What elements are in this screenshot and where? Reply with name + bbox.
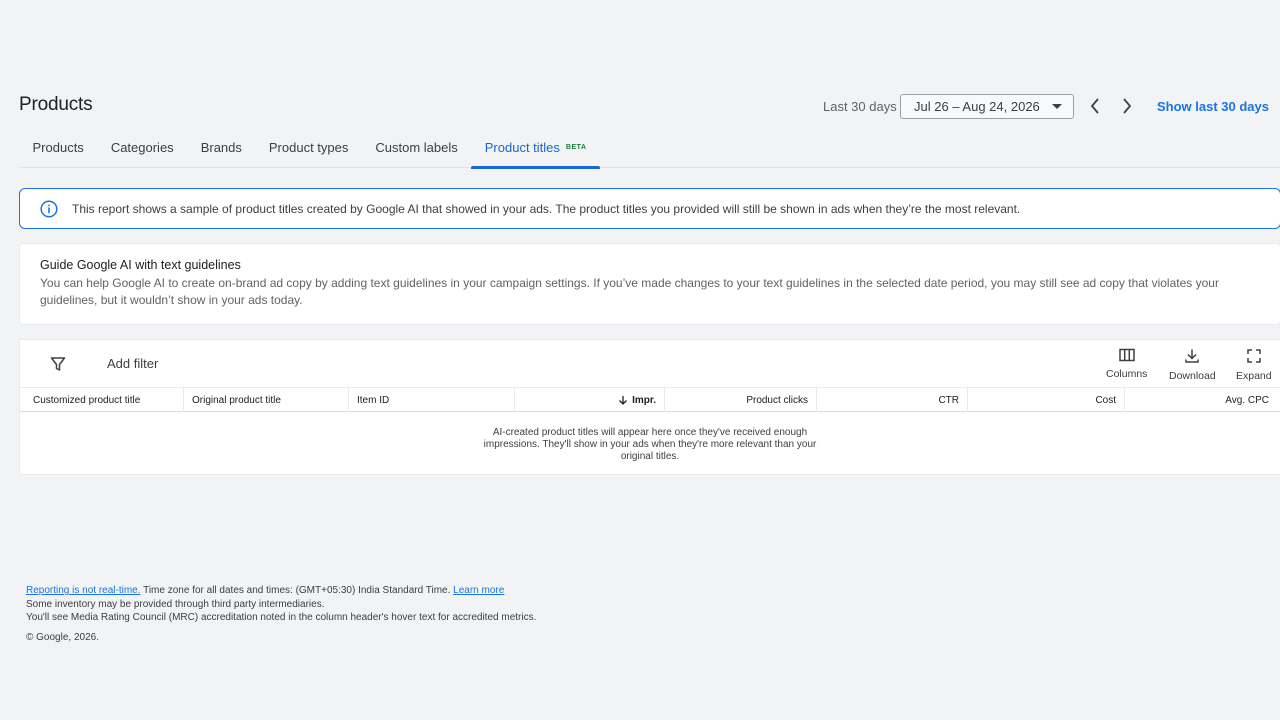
column-header-cost[interactable]: Cost: [968, 388, 1125, 412]
download-label: Download: [1169, 370, 1216, 382]
page-footer: Reporting is not real-time. Time zone fo…: [26, 584, 536, 644]
daterange-label: Last 30 days: [823, 99, 897, 114]
column-header-ctr[interactable]: CTR: [817, 388, 968, 412]
tab-custom-labels[interactable]: Custom labels: [362, 130, 471, 168]
tab-products[interactable]: Products: [19, 130, 97, 168]
guide-card: Guide Google AI with text guidelines You…: [19, 243, 1280, 325]
column-header-impr[interactable]: Impr.: [515, 388, 665, 412]
column-label: Original product title: [192, 394, 281, 406]
sort-descending-icon: [619, 396, 628, 405]
tab-label: Brands: [200, 140, 242, 155]
info-banner-text: This report shows a sample of product ti…: [72, 201, 1021, 216]
add-filter-button[interactable]: Add filter: [107, 356, 158, 371]
dropdown-caret-icon: [1052, 104, 1062, 109]
tab-label: Categories: [110, 140, 174, 155]
column-header-original-product-title[interactable]: Original product title: [184, 388, 349, 412]
tab-label: Product titles: [484, 140, 560, 155]
copyright: © Google, 2026.: [26, 631, 99, 643]
tab-label: Custom labels: [375, 140, 458, 155]
footer-line-2: Some inventory may be provided through t…: [26, 598, 325, 610]
page-title: Products: [19, 94, 93, 115]
footer-line-3: You'll see Media Rating Council (MRC) ac…: [26, 612, 537, 623]
column-label: Impr.: [632, 394, 656, 406]
show-last-30-days-link[interactable]: Show last 30 days: [1157, 99, 1269, 114]
report-table: Add filter Columns Download Expand Custo…: [19, 339, 1280, 475]
column-header-item-id[interactable]: Item ID: [349, 388, 515, 412]
previous-period-button[interactable]: [1085, 96, 1105, 116]
column-header-avg-cpc[interactable]: Avg. CPC: [1125, 388, 1277, 412]
timezone-text: Time zone for all dates and times: (GMT+…: [140, 585, 454, 596]
learn-more-link[interactable]: Learn more: [453, 585, 504, 596]
table-header: Customized product title Original produc…: [20, 387, 1280, 412]
column-label: Item ID: [357, 394, 390, 406]
guide-title: Guide Google AI with text guidelines: [40, 258, 241, 272]
expand-label: Expand: [1236, 370, 1272, 382]
beta-badge: BETA: [565, 144, 587, 151]
info-banner: This report shows a sample of product ti…: [19, 188, 1280, 229]
download-button[interactable]: Download: [1169, 348, 1216, 382]
expand-button[interactable]: Expand: [1236, 348, 1272, 382]
fullscreen-icon: [1247, 349, 1261, 363]
tab-brands[interactable]: Brands: [187, 130, 255, 168]
tab-product-types[interactable]: Product types: [255, 130, 362, 168]
guide-body: You can help Google AI to create on-bran…: [40, 276, 1219, 307]
columns-button[interactable]: Columns: [1106, 348, 1147, 380]
column-header-product-clicks[interactable]: Product clicks: [665, 388, 817, 412]
column-header-customized-product-title[interactable]: Customized product title: [20, 388, 184, 412]
tab-product-titles[interactable]: Product titles BETA: [471, 130, 600, 169]
next-period-button[interactable]: [1117, 96, 1137, 116]
columns-label: Columns: [1106, 368, 1148, 380]
info-icon: [40, 199, 58, 218]
column-label: Cost: [1095, 394, 1116, 406]
filter-icon[interactable]: [50, 356, 66, 372]
footer-line-1: Reporting is not real-time. Time zone fo…: [26, 584, 536, 598]
column-label: Avg. CPC: [1225, 394, 1269, 406]
date-range-picker[interactable]: Jul 26 – Aug 24, 2026: [900, 94, 1074, 119]
chevron-right-icon: [1123, 98, 1132, 114]
tab-label: Product types: [268, 140, 349, 155]
column-label: CTR: [938, 394, 959, 406]
date-range-value: Jul 26 – Aug 24, 2026: [914, 99, 1040, 114]
download-icon: [1185, 349, 1200, 363]
report-tabs: Products Categories Brands Product types…: [19, 130, 1280, 169]
column-label: Customized product title: [33, 394, 141, 406]
chevron-left-icon: [1090, 98, 1099, 114]
tab-categories[interactable]: Categories: [97, 130, 187, 168]
reporting-not-realtime-link[interactable]: Reporting is not real-time.: [26, 585, 141, 596]
column-label: Product clicks: [746, 394, 808, 406]
tab-label: Products: [32, 140, 84, 155]
empty-state-message: AI-created product titles will appear he…: [483, 427, 817, 462]
columns-icon: [1118, 348, 1135, 362]
